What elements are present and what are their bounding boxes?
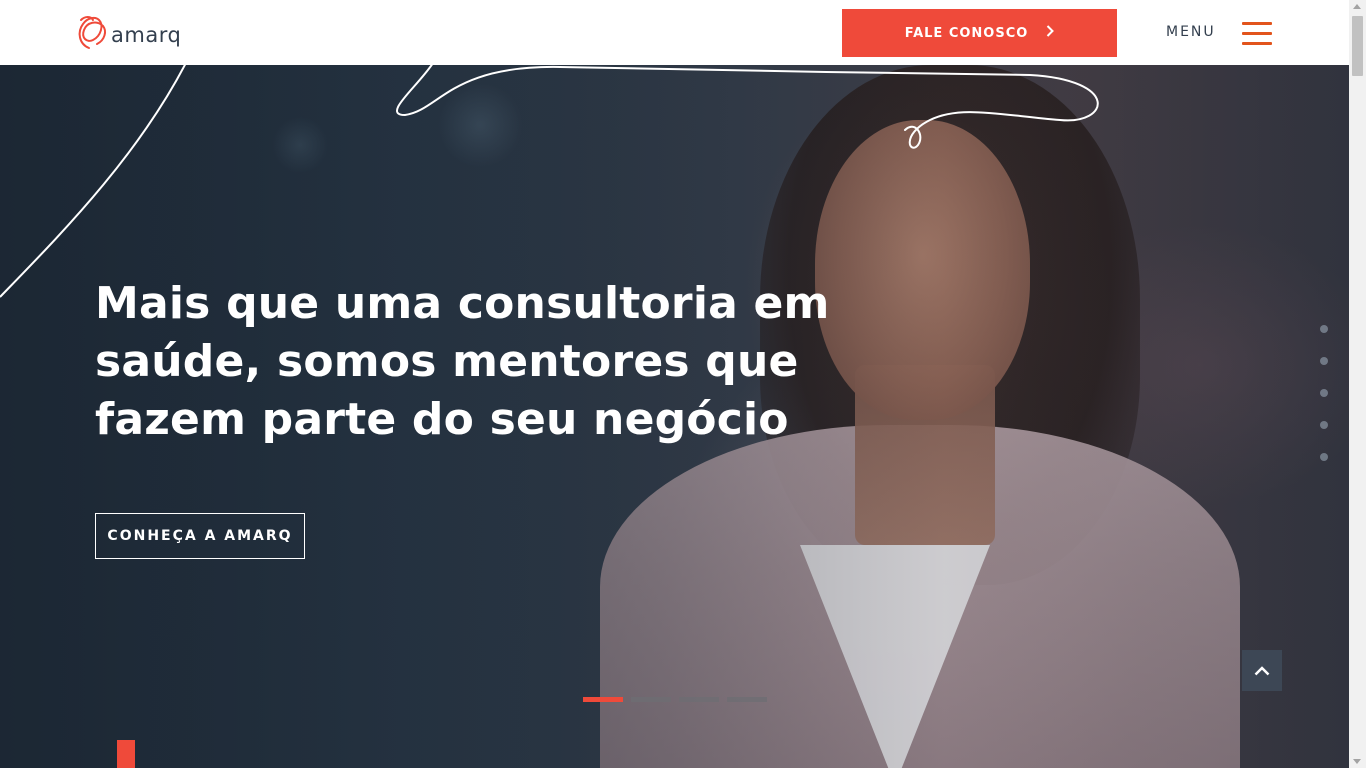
section-dot-3[interactable] [1320, 389, 1328, 397]
section-nav-dots [1320, 325, 1328, 461]
section-dot-4[interactable] [1320, 421, 1328, 429]
slide-indicator-1[interactable] [583, 697, 623, 702]
hero-slider: Mais que uma consultoria em saúde, somos… [0, 65, 1349, 768]
scroll-up-icon[interactable] [1353, 4, 1361, 9]
page-scrollbar[interactable] [1349, 0, 1366, 768]
hero-headline: Mais que uma consultoria em saúde, somos… [95, 278, 830, 445]
menu-label[interactable]: MENU [1166, 24, 1216, 40]
contact-button-label: FALE CONOSCO [904, 25, 1029, 41]
slide-indicator-3[interactable] [679, 697, 719, 702]
section-dot-5[interactable] [1320, 453, 1328, 461]
back-to-top-button[interactable] [1242, 650, 1282, 691]
scrollbar-thumb[interactable] [1352, 16, 1363, 76]
slide-indicator-2[interactable] [631, 697, 671, 702]
contact-button[interactable]: FALE CONOSCO [842, 9, 1117, 57]
site-header: amarq FALE CONOSCO MENU [0, 0, 1349, 65]
section-accent-bar [117, 740, 135, 768]
chevron-up-icon [1254, 665, 1270, 675]
section-dot-2[interactable] [1320, 357, 1328, 365]
section-dot-1[interactable] [1320, 325, 1328, 333]
logo-wordmark: amarq [111, 23, 182, 47]
slide-indicators [583, 697, 767, 702]
hamburger-menu-icon[interactable] [1242, 21, 1272, 47]
site-logo[interactable]: amarq [75, 14, 181, 50]
slide-indicator-4[interactable] [727, 697, 767, 702]
chevron-right-icon [1046, 25, 1055, 41]
amarq-logo-icon [78, 16, 106, 49]
about-button[interactable]: CONHEÇA A AMARQ [95, 513, 305, 559]
scroll-down-icon[interactable] [1353, 759, 1361, 764]
